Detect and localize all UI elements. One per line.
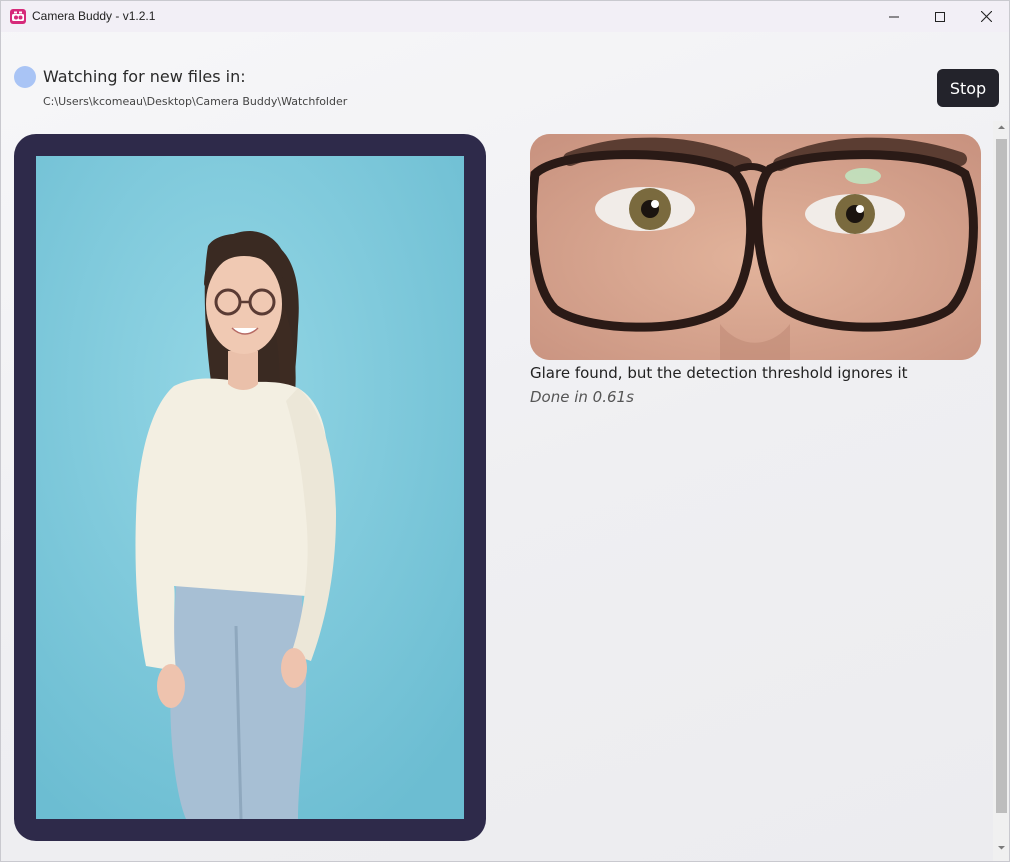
- processing-time: Done in 0.61s: [530, 388, 634, 406]
- stop-button[interactable]: Stop: [937, 69, 999, 107]
- portrait-photo: [36, 156, 464, 819]
- close-button[interactable]: [963, 1, 1009, 32]
- watch-folder-path: C:\Users\kcomeau\Desktop\Camera Buddy\Wa…: [43, 95, 348, 108]
- title-bar[interactable]: Camera Buddy - v1.2.1: [1, 1, 1009, 32]
- status-indicator: [14, 66, 36, 88]
- window-title: Camera Buddy - v1.2.1: [32, 9, 156, 23]
- maximize-icon: [935, 11, 945, 22]
- app-icon: [10, 9, 26, 24]
- scroll-up-icon[interactable]: [997, 123, 1006, 132]
- scrollbar-thumb[interactable]: [996, 139, 1007, 813]
- scroll-down-icon[interactable]: [997, 843, 1006, 852]
- minimize-icon: [889, 16, 899, 17]
- detection-result-message: Glare found, but the detection threshold…: [530, 364, 908, 382]
- watch-label: Watching for new files in:: [43, 67, 246, 86]
- close-icon: [980, 11, 992, 22]
- eye-crop-preview: [530, 134, 981, 360]
- vertical-scrollbar[interactable]: [993, 121, 1009, 861]
- photo-preview-frame: [14, 134, 486, 841]
- app-window: Camera Buddy - v1.2.1 Watching for new f…: [0, 0, 1010, 862]
- maximize-button[interactable]: [917, 1, 963, 32]
- minimize-button[interactable]: [871, 1, 917, 32]
